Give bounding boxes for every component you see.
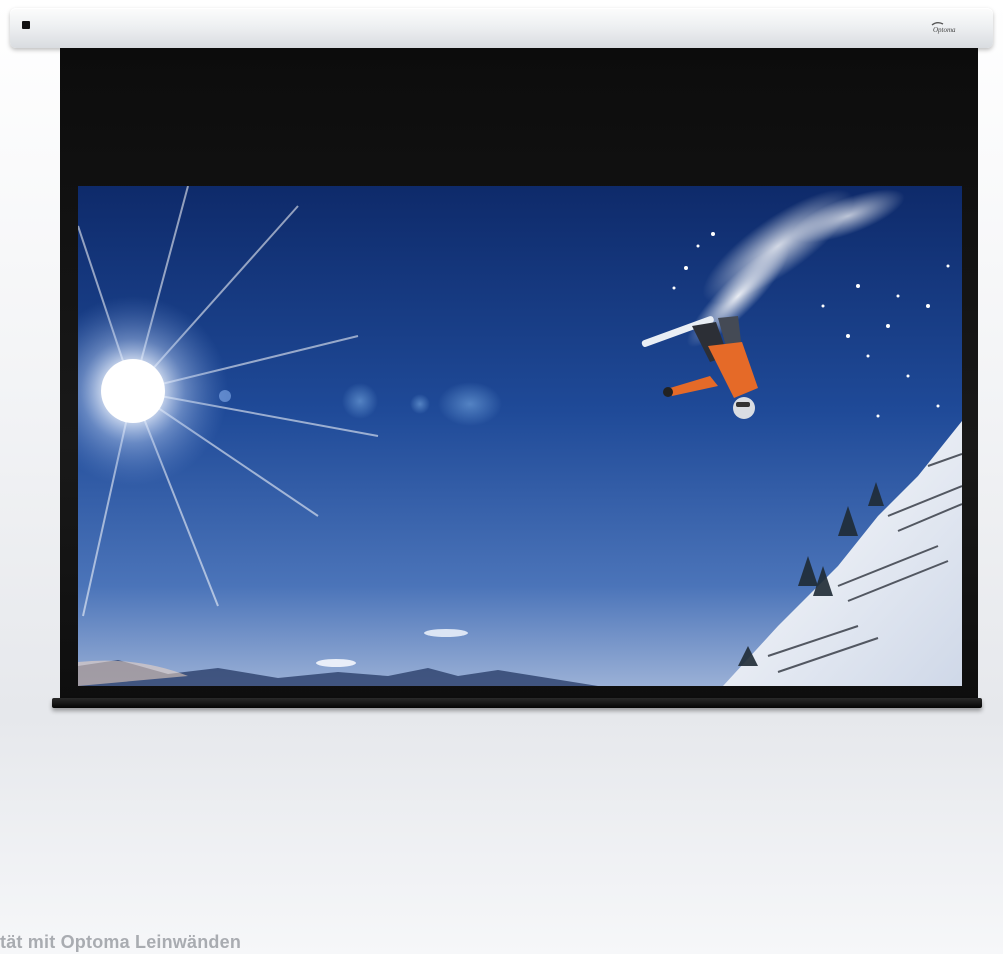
screen-bottom-bar bbox=[52, 698, 982, 708]
screen-reflection bbox=[60, 710, 978, 954]
screen-housing: Optoma bbox=[10, 8, 993, 48]
snowboard-scene bbox=[78, 186, 962, 686]
projected-image bbox=[78, 186, 962, 686]
housing-end-cap bbox=[22, 21, 30, 29]
caption-text: tät mit Optoma Leinwänden bbox=[0, 932, 242, 952]
svg-text:Optoma: Optoma bbox=[933, 26, 956, 34]
optoma-logo-icon: Optoma bbox=[931, 22, 956, 34]
